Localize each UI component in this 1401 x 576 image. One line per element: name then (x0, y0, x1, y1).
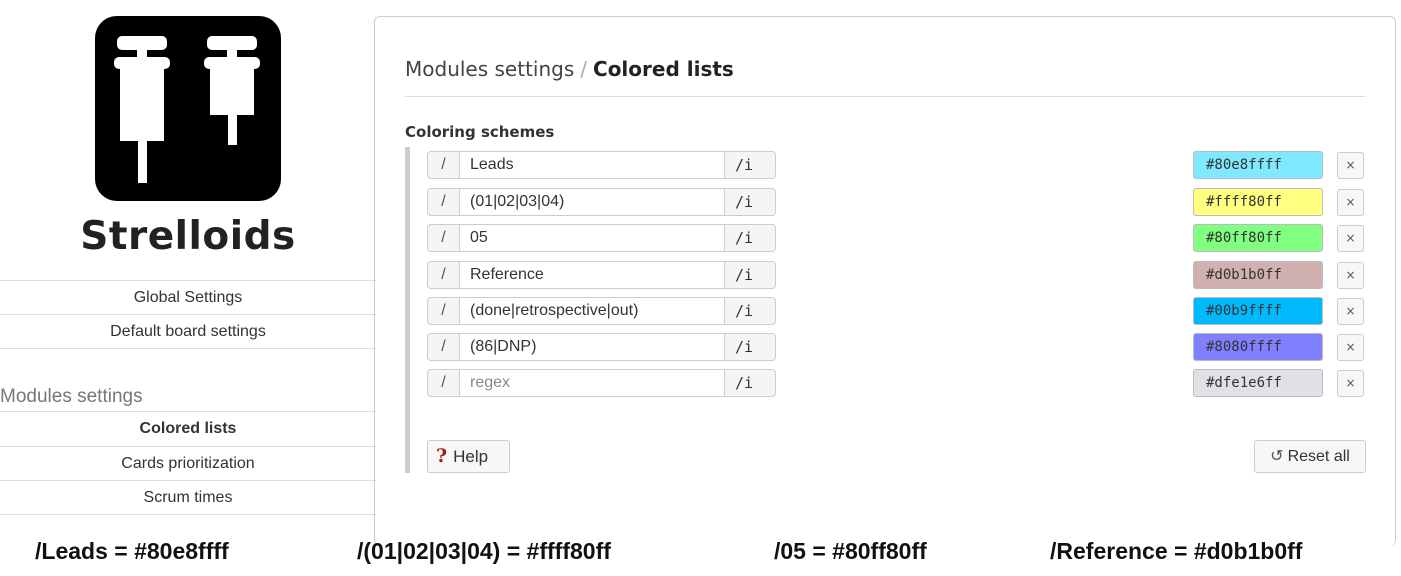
remove-scheme-button[interactable]: × (1337, 152, 1364, 179)
regex-open-slash: / (427, 261, 460, 289)
regex-flags: /i (724, 261, 776, 289)
caption-leads: /Leads = #80e8ffff (35, 538, 229, 564)
color-input[interactable]: #80e8ffff (1193, 151, 1323, 179)
regex-open-slash: / (427, 369, 460, 397)
breadcrumb-parent[interactable]: Modules settings (405, 57, 574, 81)
remove-scheme-button[interactable]: × (1337, 189, 1364, 216)
color-input[interactable]: #8080ffff (1193, 333, 1323, 361)
nav-global-settings[interactable]: Global Settings (0, 280, 376, 313)
help-label: Help (453, 447, 489, 466)
caption-05: /05 = #80ff80ff (774, 538, 927, 564)
scheme-row: / /i #ffff80ff × (427, 188, 1372, 216)
nav-divider (0, 348, 376, 349)
nav-bottom-divider (0, 514, 376, 515)
nav-cards-prioritization[interactable]: Cards prioritization (0, 446, 376, 479)
regex-open-slash: / (427, 333, 460, 361)
regex-flags: /i (724, 333, 776, 361)
regex-open-slash: / (427, 151, 460, 179)
remove-scheme-button[interactable]: × (1337, 298, 1364, 325)
regex-flags: /i (724, 369, 776, 397)
regex-flags: /i (724, 151, 776, 179)
scheme-row: / /i #80ff80ff × (427, 224, 1372, 252)
remove-scheme-button[interactable]: × (1337, 262, 1364, 289)
regex-flags: /i (724, 188, 776, 216)
breadcrumb-separator: / (580, 57, 588, 81)
regex-input[interactable] (459, 188, 725, 216)
help-button[interactable]: ? Help (427, 440, 510, 473)
caption-reference: /Reference = #d0b1b0ff (1050, 538, 1303, 564)
schemes-left-bar (405, 147, 410, 473)
nav-scrum-times[interactable]: Scrum times (0, 480, 376, 513)
regex-input[interactable] (459, 151, 725, 179)
nav-colored-lists[interactable]: Colored lists (0, 412, 376, 445)
title-divider (405, 96, 1365, 97)
scheme-row: / /i #d0b1b0ff × (427, 261, 1372, 289)
color-input[interactable]: #ffff80ff (1193, 188, 1323, 216)
regex-input[interactable] (459, 224, 725, 252)
regex-flags: /i (724, 224, 776, 252)
regex-flags: /i (724, 297, 776, 325)
remove-scheme-button[interactable]: × (1337, 334, 1364, 361)
settings-panel: Modules settings / Colored lists Coloring … (374, 16, 1396, 546)
question-mark-icon: ? (436, 445, 448, 467)
coloring-schemes-title: Coloring schemes (405, 123, 555, 141)
regex-open-slash: / (427, 224, 460, 252)
reset-label: Reset all (1287, 448, 1350, 465)
color-input[interactable]: #80ff80ff (1193, 224, 1323, 252)
caption-01-04: /(01|02|03|04) = #ffff80ff (357, 538, 611, 564)
scheme-row: / /i #80e8ffff × (427, 151, 1372, 179)
color-input[interactable]: #dfe1e6ff (1193, 369, 1323, 397)
regex-input[interactable] (459, 333, 725, 361)
scheme-row-new: / /i #dfe1e6ff × (427, 369, 1372, 397)
regex-input[interactable] (459, 297, 725, 325)
page-title: Colored lists (593, 57, 734, 81)
reset-all-button[interactable]: ↺ Reset all (1254, 440, 1366, 473)
breadcrumb: Modules settings / Colored lists (405, 57, 734, 81)
regex-open-slash: / (427, 297, 460, 325)
remove-scheme-button[interactable]: × (1337, 370, 1364, 397)
modules-section-title: Modules settings (0, 386, 143, 407)
remove-scheme-button[interactable]: × (1337, 225, 1364, 252)
color-input[interactable]: #d0b1b0ff (1193, 261, 1323, 289)
reset-icon: ↺ (1270, 448, 1284, 465)
sidebar: Strelloids Global Settings Default board… (0, 0, 376, 540)
nav-default-board-settings[interactable]: Default board settings (0, 314, 376, 347)
syringes-logo-icon (95, 16, 281, 201)
app-logo-text: Strelloids (80, 214, 296, 259)
color-input[interactable]: #00b9ffff (1193, 297, 1323, 325)
scheme-row: / /i #8080ffff × (427, 333, 1372, 361)
regex-input[interactable] (459, 369, 725, 397)
scheme-row: / /i #00b9ffff × (427, 297, 1372, 325)
regex-input[interactable] (459, 261, 725, 289)
regex-open-slash: / (427, 188, 460, 216)
